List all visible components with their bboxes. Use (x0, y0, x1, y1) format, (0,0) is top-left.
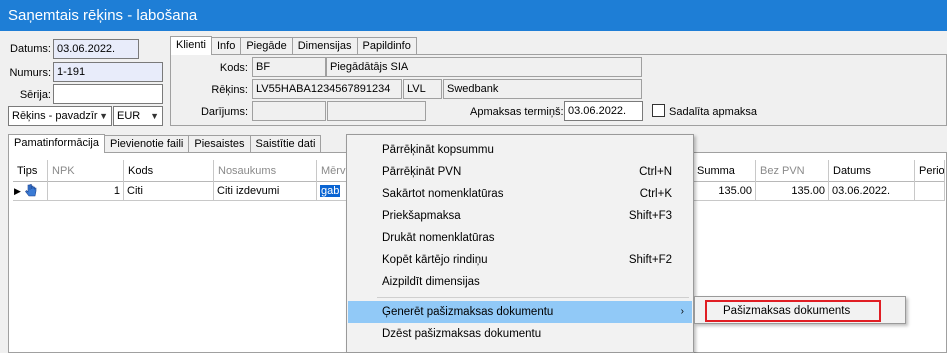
rekins-account-field[interactable]: LV55HABA1234567891234 (252, 79, 402, 99)
column-summa[interactable]: Summa (693, 160, 756, 182)
column-datums[interactable]: Datums (829, 160, 915, 182)
cell-npk[interactable]: 1 (48, 182, 124, 201)
cell-bez-pvn[interactable]: 135.00 (756, 182, 829, 201)
rekins-bank-field: Swedbank (443, 79, 642, 99)
menu-item-aizpildit-dimensijas[interactable]: Aizpildīt dimensijas (348, 271, 692, 293)
datums-label: Datums: (10, 43, 51, 55)
tab-info[interactable]: Info (210, 37, 242, 55)
cell-periods[interactable] (915, 182, 945, 201)
top-tab-strip: Klienti Info Piegāde Dimensijas Papildin… (170, 36, 417, 55)
tab-pievienotie-faili[interactable]: Pievienotie faili (103, 135, 190, 153)
kods-label: Kods: (219, 62, 248, 74)
numurs-field[interactable]: 1-191 (53, 62, 163, 82)
column-nosaukums[interactable]: Nosaukums (214, 160, 317, 182)
menu-item-label: Priekšapmaksa (382, 210, 461, 222)
menu-item-shortcut: Ctrl+N (639, 166, 672, 178)
menu-item-shortcut: Shift+F2 (628, 254, 672, 266)
menu-item-label: Sakārtot nomenklatūras (382, 188, 504, 200)
window-title: Saņemtais rēķins - labošana (0, 0, 947, 31)
tab-piegade[interactable]: Piegāde (240, 37, 293, 55)
menu-item-dzest-pasizmaksas-dokumentu[interactable]: Dzēst pašizmaksas dokumentu (348, 323, 692, 345)
currency-select[interactable]: EUR ▼ (113, 106, 163, 126)
menu-item-label: Ģenerēt pašizmaksas dokumentu (382, 306, 554, 318)
column-periods[interactable]: Period (915, 160, 945, 182)
menu-item-drukat-nomenklaturas[interactable]: Drukāt nomenklatūras (348, 227, 692, 249)
submenu-item-pasizmaksas-dokuments[interactable]: Pašizmaksas dokuments (705, 300, 881, 322)
kods-field[interactable]: BF (252, 57, 326, 77)
cell-datums[interactable]: 03.06.2022. (829, 182, 915, 201)
row-pointer-icon: ▶ (14, 186, 21, 196)
kods-name-field: Piegādātājs SIA (326, 57, 642, 77)
menu-item-parrekinat-pvn[interactable]: Pārrēķināt PVN Ctrl+N (348, 161, 692, 183)
sadalita-apmaksa-label: Sadalīta apmaksa (669, 106, 758, 118)
apmaksas-termins-label: Apmaksas termiņš: (470, 106, 564, 118)
cell-nosaukums[interactable]: Citi izdevumi (214, 182, 317, 201)
datums-field[interactable]: 03.06.2022. (53, 39, 139, 59)
tab-papildinfo[interactable]: Papildinfo (356, 37, 417, 55)
column-tips[interactable]: Tips (13, 160, 48, 182)
column-bez-pvn[interactable]: Bez PVN (756, 160, 829, 182)
column-kods[interactable]: Kods (124, 160, 214, 182)
bottom-tab-strip: Pamatinformācija Pievienotie faili Piesa… (8, 134, 322, 153)
menu-item-parrekinat-kopsummu[interactable]: Pārrēķināt kopsummu (348, 139, 692, 161)
menu-item-shortcut: Ctrl+K (639, 188, 672, 200)
cell-kods[interactable]: Citi (124, 182, 214, 201)
context-menu: Pārrēķināt kopsummu Pārrēķināt PVN Ctrl+… (346, 134, 694, 353)
menu-item-label: Aizpildīt dimensijas (382, 276, 480, 288)
tab-pamatinformacija[interactable]: Pamatinformācija (8, 134, 105, 153)
tab-klienti[interactable]: Klienti (170, 36, 212, 55)
serija-field[interactable] (53, 84, 163, 104)
rekins-label: Rēķins: (211, 84, 248, 96)
darijums-label: Darījums: (200, 106, 248, 118)
tab-saistitie-dati[interactable]: Saistītie dati (249, 135, 322, 153)
menu-item-label: Dzēst pašizmaksas dokumentu (382, 328, 542, 340)
tab-dimensijas[interactable]: Dimensijas (291, 37, 358, 55)
tab-piesaistes[interactable]: Piesaistes (188, 135, 251, 153)
menu-item-kopet-karteju-rindinu[interactable]: Kopēt kārtējo rindiņu Shift+F2 (348, 249, 692, 271)
hand-icon (24, 183, 38, 198)
darijums-field[interactable] (252, 101, 326, 121)
menu-item-label: Pārrēķināt kopsummu (382, 144, 494, 156)
menu-item-shortcut: Shift+F3 (628, 210, 672, 222)
row-indicator: ▶ (13, 182, 48, 201)
chevron-down-icon: ▼ (150, 111, 159, 121)
menu-item-label: Kopēt kārtējo rindiņu (382, 254, 488, 266)
serija-label: Sērija: (19, 89, 51, 101)
cell-summa[interactable]: 135.00 (693, 182, 756, 201)
column-npk[interactable]: NPK (48, 160, 124, 182)
chevron-right-icon: › (680, 306, 684, 317)
submenu: Pašizmaksas dokuments (694, 296, 906, 324)
rekins-currency-field: LVL (403, 79, 442, 99)
chevron-down-icon: ▼ (99, 111, 108, 121)
document-type-value: Rēķins - pavadzīr (12, 110, 98, 122)
currency-value: EUR (117, 110, 141, 122)
menu-item-sakartot-nomenklaturas[interactable]: Sakārtot nomenklatūras Ctrl+K (348, 183, 692, 205)
menu-item-label: Pārrēķināt PVN (382, 166, 462, 178)
menu-item-prieksapmaksa[interactable]: Priekšapmaksa Shift+F3 (348, 205, 692, 227)
darijums-extra-field (327, 101, 426, 121)
apmaksas-termins-field[interactable]: 03.06.2022. (564, 101, 643, 121)
document-type-select[interactable]: Rēķins - pavadzīr ▼ (8, 106, 112, 126)
menu-separator (377, 297, 689, 298)
sadalita-apmaksa-checkbox[interactable] (652, 104, 665, 117)
menu-item-generet-pasizmaksas-dokumentu[interactable]: Ģenerēt pašizmaksas dokumentu › (348, 301, 692, 323)
cell-mervieniba-text: gab (320, 185, 341, 197)
menu-item-label: Drukāt nomenklatūras (382, 232, 495, 244)
numurs-label: Numurs: (9, 67, 51, 79)
